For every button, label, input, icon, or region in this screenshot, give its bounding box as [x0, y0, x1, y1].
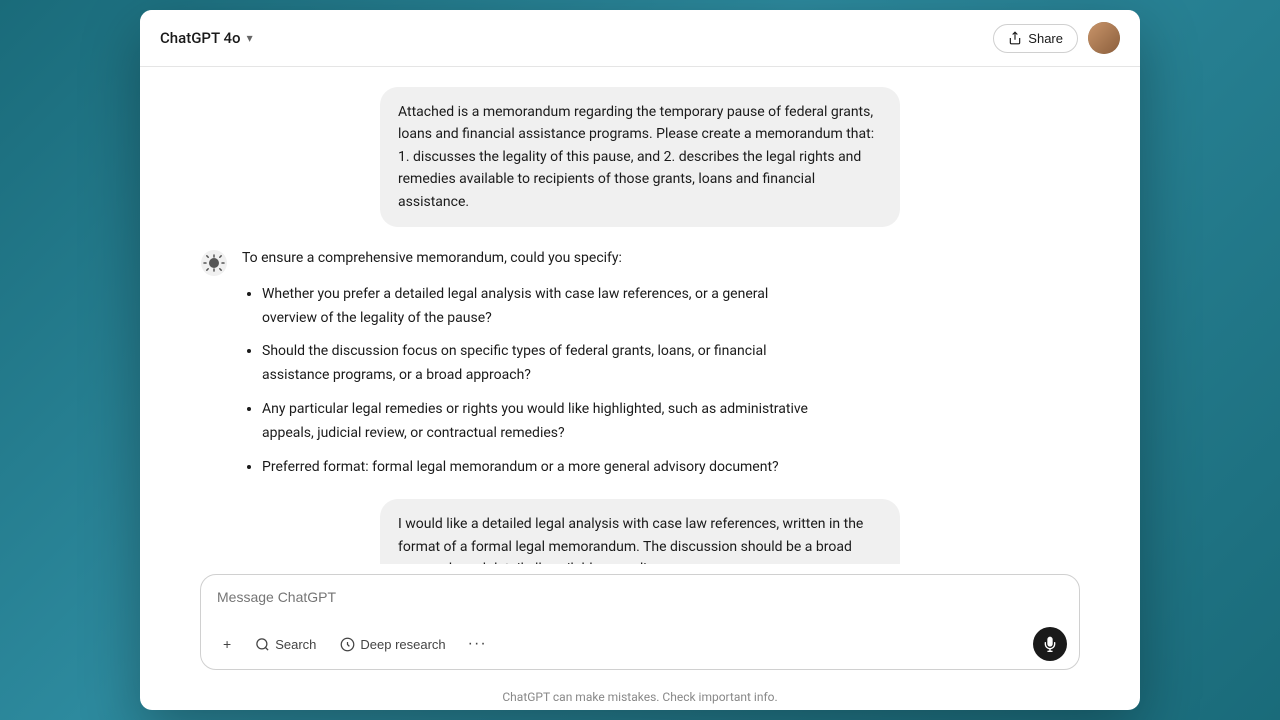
microphone-icon: [1042, 636, 1058, 652]
assistant-icon-1: [200, 249, 228, 277]
deep-research-label: Deep research: [360, 637, 445, 652]
assistant-intro-1: To ensure a comprehensive memorandum, co…: [242, 247, 822, 271]
search-button[interactable]: Search: [245, 631, 326, 658]
add-icon: +: [223, 636, 231, 652]
bullet-3: Any particular legal remedies or rights …: [262, 398, 822, 446]
bullet-2: Should the discussion focus on specific …: [262, 340, 822, 388]
more-icon: ···: [468, 635, 487, 652]
bullet-1: Whether you prefer a detailed legal anal…: [262, 283, 822, 331]
share-label: Share: [1028, 31, 1063, 46]
add-button[interactable]: +: [213, 630, 241, 658]
avatar: [1088, 22, 1120, 54]
deep-research-icon: [340, 637, 355, 652]
chevron-down-icon: ▾: [247, 31, 253, 45]
header: ChatGPT 4o ▾ Share: [140, 10, 1140, 67]
user-message-1-container: Attached is a memorandum regarding the t…: [140, 87, 1140, 227]
assistant-message-1-container: To ensure a comprehensive memorandum, co…: [140, 247, 1140, 479]
bullet-4: Preferred format: formal legal memorandu…: [262, 456, 822, 480]
user-message-2: I would like a detailed legal analysis w…: [380, 499, 900, 564]
user-message-1: Attached is a memorandum regarding the t…: [380, 87, 900, 227]
footer: ChatGPT can make mistakes. Check importa…: [140, 684, 1140, 710]
input-area: + Search Deep research: [140, 564, 1140, 684]
app-window: ChatGPT 4o ▾ Share Attached is a memoran…: [140, 10, 1140, 710]
send-button[interactable]: [1033, 627, 1067, 661]
toolbar-left: + Search Deep research: [213, 629, 495, 659]
search-icon: [255, 637, 270, 652]
message-input[interactable]: [201, 575, 1079, 619]
search-label: Search: [275, 637, 316, 652]
input-toolbar: + Search Deep research: [201, 619, 1079, 669]
input-box: + Search Deep research: [200, 574, 1080, 670]
header-left: ChatGPT 4o ▾: [160, 29, 253, 47]
user-message-2-container: I would like a detailed legal analysis w…: [140, 499, 1140, 564]
deep-research-button[interactable]: Deep research: [330, 631, 455, 658]
footer-text: ChatGPT can make mistakes. Check importa…: [502, 690, 777, 704]
more-button[interactable]: ···: [460, 629, 495, 659]
header-right: Share: [993, 22, 1120, 54]
assistant-content-1: To ensure a comprehensive memorandum, co…: [242, 247, 822, 479]
share-button[interactable]: Share: [993, 24, 1078, 53]
chat-area: Attached is a memorandum regarding the t…: [140, 67, 1140, 564]
avatar-image: [1088, 22, 1120, 54]
assistant-bullets-1: Whether you prefer a detailed legal anal…: [242, 283, 822, 480]
app-title: ChatGPT 4o: [160, 29, 241, 47]
share-icon: [1008, 31, 1022, 45]
